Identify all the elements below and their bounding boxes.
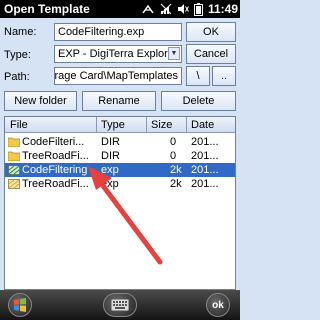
list-item[interactable]: TreeRoadFi... DIR 0 201...: [5, 149, 235, 163]
file-list[interactable]: File Type Size Date CodeFilteri... DIR 0…: [4, 116, 236, 290]
status-area: 11:49: [141, 1, 238, 17]
file-name: TreeRoadFi...: [22, 178, 89, 190]
type-label: Type:: [4, 49, 31, 61]
column-header-date[interactable]: Date: [191, 119, 214, 131]
folder-icon: [8, 137, 20, 147]
windows-start-icon[interactable]: [8, 293, 32, 317]
keyboard-icon[interactable]: [103, 293, 137, 317]
file-date: 201...: [191, 150, 219, 162]
file-size: 2k: [170, 178, 182, 190]
list-item[interactable]: TreeRoadFi... exp 2k 201...: [5, 177, 235, 191]
file-type: exp: [101, 178, 119, 190]
column-header-type[interactable]: Type: [101, 119, 125, 131]
new-folder-button[interactable]: New folder: [4, 91, 77, 111]
file-type: DIR: [101, 136, 120, 148]
clock: 11:49: [207, 2, 238, 16]
template-file-icon: [8, 165, 20, 175]
file-date: 201...: [191, 178, 219, 190]
folder-icon: [8, 151, 20, 161]
file-size: 0: [170, 150, 177, 162]
list-item[interactable]: CodeFilteri... DIR 0 201...: [5, 135, 235, 149]
list-header: File Type Size Date: [5, 117, 235, 133]
file-name: CodeFiltering: [22, 164, 88, 176]
file-type: DIR: [101, 150, 120, 162]
backslash-button[interactable]: \: [186, 66, 210, 86]
file-size: 0: [170, 136, 177, 148]
path-label: Path:: [4, 71, 30, 83]
cancel-button[interactable]: Cancel: [186, 44, 236, 64]
chevron-down-icon[interactable]: ▼: [168, 47, 180, 60]
type-select-value: EXP - DigiTerra Explorer: [58, 48, 178, 60]
file-date: 201...: [191, 136, 219, 148]
file-type: exp: [101, 164, 119, 176]
file-name: CodeFilteri...: [22, 136, 85, 148]
type-select[interactable]: EXP - DigiTerra Explorer ▼: [54, 45, 182, 63]
list-item-selected[interactable]: CodeFiltering exp 2k 201...: [5, 163, 235, 177]
name-label: Name:: [4, 26, 37, 38]
column-header-size[interactable]: Size: [151, 119, 172, 131]
battery-icon: [193, 2, 203, 16]
file-size: 2k: [170, 164, 182, 176]
parent-folder-button[interactable]: ..: [212, 66, 236, 86]
window-title: Open Template: [4, 2, 90, 16]
template-file-icon: [8, 179, 20, 189]
column-header-file[interactable]: File: [10, 119, 28, 131]
ok-softkey[interactable]: ok: [206, 293, 230, 317]
title-bar: Open Template 11:49: [0, 0, 240, 18]
path-input[interactable]: Storage Card\MapTemplates: [54, 67, 182, 85]
ok-button[interactable]: OK: [186, 22, 236, 42]
signal-icon: [160, 3, 172, 15]
file-name: TreeRoadFi...: [22, 150, 89, 162]
softkey-bar: ok: [0, 290, 240, 320]
path-value: Storage Card\MapTemplates: [54, 70, 178, 82]
connectivity-icon: [142, 4, 154, 14]
delete-button[interactable]: Delete: [161, 91, 236, 111]
name-input[interactable]: CodeFiltering.exp: [54, 23, 182, 41]
volume-icon: [177, 4, 189, 14]
file-date: 201...: [191, 164, 219, 176]
rename-button[interactable]: Rename: [82, 91, 156, 111]
